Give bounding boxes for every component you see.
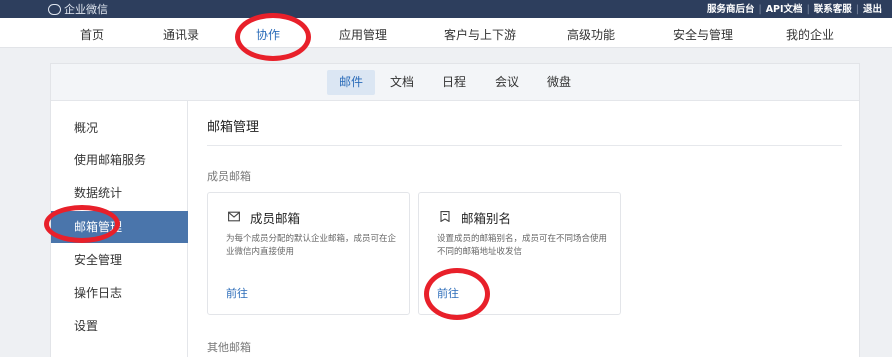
content-panel: 邮件 文档 日程 会议 微盘 概况 使用邮箱服务 数据统计 邮箱管理 安全管理 … [50, 63, 860, 357]
nav-home[interactable]: 首页 [80, 26, 104, 43]
tab-mail[interactable]: 邮件 [327, 70, 375, 95]
card-description: 设置成员的邮箱别名，成员可在不同场合使用不同的邮箱地址收发信 [437, 234, 608, 257]
section-member-mail: 成员邮箱 [207, 170, 251, 183]
wecom-logo-icon [48, 4, 61, 15]
card-mail-alias: 邮箱别名 设置成员的邮箱别名，成员可在不同场合使用不同的邮箱地址收发信 前往 [418, 192, 621, 315]
goto-mail-alias-link[interactable]: 前往 [437, 285, 459, 301]
link-logout[interactable]: 退出 [859, 4, 886, 15]
sidebar-item-use-mail[interactable]: 使用邮箱服务 [51, 144, 188, 176]
goto-member-mailbox-link[interactable]: 前往 [226, 285, 248, 301]
nav-advanced[interactable]: 高级功能 [567, 26, 615, 43]
nav-contacts[interactable]: 通讯录 [163, 26, 199, 43]
card-member-mailbox: 成员邮箱 为每个成员分配的默认企业邮箱，成员可在企业微信内直接使用 前往 [207, 192, 410, 315]
sidebar: 概况 使用邮箱服务 数据统计 邮箱管理 安全管理 操作日志 设置 [51, 101, 188, 357]
sidebar-item-settings[interactable]: 设置 [51, 310, 188, 342]
title-divider [207, 145, 842, 146]
main-nav: 首页 通讯录 协作 应用管理 客户与上下游 高级功能 安全与管理 我的企业 [0, 18, 892, 48]
link-api-docs[interactable]: API文档 [762, 4, 807, 15]
top-links: 服务商后台 | API文档 | 联系客服 | 退出 [703, 1, 886, 15]
sidebar-item-statistics[interactable]: 数据统计 [51, 177, 188, 209]
section-other-mail: 其他邮箱 [207, 341, 251, 354]
nav-collaboration[interactable]: 协作 [256, 26, 280, 43]
nav-security[interactable]: 安全与管理 [673, 26, 733, 43]
tab-docs[interactable]: 文档 [387, 70, 417, 95]
sub-nav: 邮件 文档 日程 会议 微盘 [51, 64, 859, 101]
sidebar-item-mailbox-management[interactable]: 邮箱管理 [51, 211, 188, 243]
link-provider-console[interactable]: 服务商后台 [703, 4, 759, 15]
brand-name: 企业微信 [64, 3, 108, 16]
nav-customers[interactable]: 客户与上下游 [444, 26, 516, 43]
link-contact-support[interactable]: 联系客服 [810, 4, 856, 15]
sidebar-item-overview[interactable]: 概况 [51, 112, 188, 144]
tab-calendar[interactable]: 日程 [439, 70, 469, 95]
card-description: 为每个成员分配的默认企业邮箱，成员可在企业微信内直接使用 [226, 234, 397, 257]
top-bar: 企业微信 服务商后台 | API文档 | 联系客服 | 退出 [0, 0, 892, 18]
card-title: 成员邮箱 [250, 211, 301, 226]
mail-icon [228, 211, 240, 222]
tab-drive[interactable]: 微盘 [544, 70, 574, 95]
bookmark-icon [440, 211, 450, 222]
brand[interactable]: 企业微信 [48, 1, 108, 17]
nav-app-management[interactable]: 应用管理 [339, 26, 387, 43]
nav-my-company[interactable]: 我的企业 [786, 26, 834, 43]
sidebar-item-logs[interactable]: 操作日志 [51, 277, 188, 309]
page-title: 邮箱管理 [207, 120, 260, 135]
card-title: 邮箱别名 [461, 211, 512, 226]
tab-meeting[interactable]: 会议 [492, 70, 522, 95]
sidebar-item-security[interactable]: 安全管理 [51, 244, 188, 276]
